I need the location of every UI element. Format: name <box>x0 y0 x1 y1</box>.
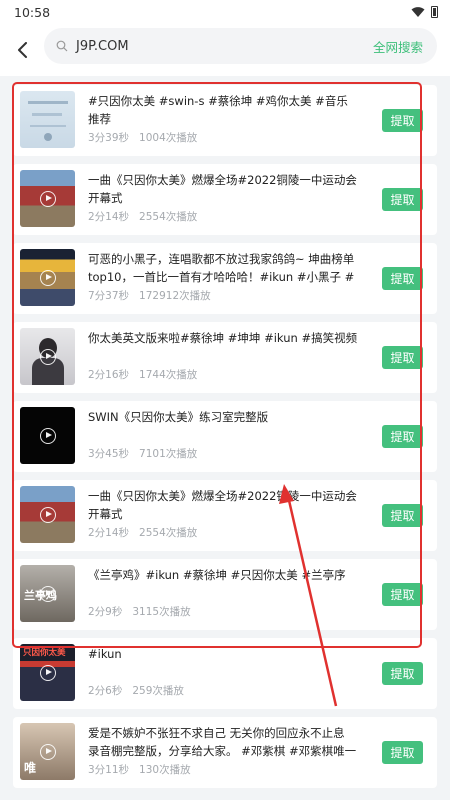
play-icon <box>39 427 56 444</box>
video-duration: 3分45秒 <box>88 448 130 460</box>
video-meta: 2分14秒 2554次播放 <box>88 525 197 540</box>
video-list-item[interactable]: SWIN《只因你太美》练习室完整版 3分45秒 7101次播放 提取 <box>13 401 437 472</box>
search-input[interactable]: J9P.COM <box>76 39 373 54</box>
video-title[interactable]: 《兰亭鸡》#ikun #蔡徐坤 #只因你太美 #兰亭序 <box>88 566 358 584</box>
global-search-button[interactable]: 全网搜索 <box>373 37 423 56</box>
video-thumbnail[interactable]: 兰亭鸡 <box>20 565 75 622</box>
video-title[interactable]: 爱是不嫉妒不张狂不求自己 无关你的回应永不止息 录音棚完整版，分享给大家。 #邓… <box>88 724 358 760</box>
play-icon <box>39 664 56 681</box>
video-title[interactable]: SWIN《只因你太美》练习室完整版 <box>88 408 358 426</box>
video-play-count: 3115次播放 <box>132 606 191 618</box>
video-meta: 2分9秒 3115次播放 <box>88 604 191 619</box>
video-meta: 3分45秒 7101次播放 <box>88 446 197 461</box>
video-list-item[interactable]: #只因你太美 #swin-s #蔡徐坤 #鸡你太美 #音乐推荐 3分39秒 1004… <box>13 85 437 156</box>
video-play-count: 1004次播放 <box>139 132 198 144</box>
video-meta: 2分6秒 259次播放 <box>88 683 184 698</box>
status-time: 10:58 <box>14 4 51 20</box>
video-play-count: 172912次播放 <box>139 290 211 302</box>
video-duration: 2分6秒 <box>88 685 123 697</box>
video-thumbnail[interactable]: 只因你太美 <box>20 644 75 701</box>
status-bar: 10:58 <box>0 0 450 24</box>
play-icon <box>39 743 56 760</box>
search-bar[interactable]: J9P.COM 全网搜索 <box>44 28 437 64</box>
video-title[interactable]: 一曲《只因你太美》燃爆全场#2022铜陵一中运动会开幕式 <box>88 487 358 523</box>
video-list-item[interactable]: 兰亭鸡 《兰亭鸡》#ikun #蔡徐坤 #只因你太美 #兰亭序 2分9秒 3115次播… <box>13 559 437 630</box>
status-icons <box>411 6 438 18</box>
video-play-count: 7101次播放 <box>139 448 198 460</box>
video-list-item[interactable]: 一曲《只因你太美》燃爆全场#2022铜陵一中运动会开幕式 2分14秒 2554次播放… <box>13 480 437 551</box>
wifi-icon <box>411 7 425 17</box>
thumbnail-text: 只因你太美 <box>23 648 66 658</box>
video-thumbnail[interactable] <box>20 249 75 306</box>
extract-button[interactable]: 提取 <box>382 741 423 764</box>
back-arrow-icon <box>18 42 27 58</box>
video-duration: 7分37秒 <box>88 290 130 302</box>
back-button[interactable] <box>3 30 43 70</box>
play-icon <box>39 269 56 286</box>
video-title[interactable]: #ikun <box>88 645 358 663</box>
video-meta: 2分16秒 1744次播放 <box>88 367 197 382</box>
extract-button[interactable]: 提取 <box>382 267 423 290</box>
video-thumbnail[interactable] <box>20 486 75 543</box>
extract-button[interactable]: 提取 <box>382 662 423 685</box>
search-icon <box>56 40 68 52</box>
video-play-count: 259次播放 <box>132 685 184 697</box>
video-list-item[interactable]: 只因你太美 #ikun 2分6秒 259次播放 提取 <box>13 638 437 709</box>
extract-button[interactable]: 提取 <box>382 583 423 606</box>
extract-button[interactable]: 提取 <box>382 188 423 211</box>
video-thumbnail[interactable] <box>20 407 75 464</box>
video-title[interactable]: 你太美英文版来啦#蔡徐坤 #坤坤 #ikun #搞笑视频 <box>88 329 358 347</box>
video-meta: 3分11秒 130次播放 <box>88 762 191 777</box>
video-thumbnail[interactable] <box>20 170 75 227</box>
play-icon <box>39 585 56 602</box>
video-duration: 2分9秒 <box>88 606 123 618</box>
thumbnail-text: 唯 <box>24 761 37 775</box>
video-thumbnail[interactable]: 唯 <box>20 723 75 780</box>
video-list-item[interactable]: 你太美英文版来啦#蔡徐坤 #坤坤 #ikun #搞笑视频 2分16秒 1744次播放… <box>13 322 437 393</box>
video-play-count: 1744次播放 <box>139 369 198 381</box>
video-list-item[interactable]: 可恶的小黑子，连唱歌都不放过我家鸽鸽~ 坤曲榜单top10，一首比一首有才哈哈哈… <box>13 243 437 314</box>
extract-button[interactable]: 提取 <box>382 109 423 132</box>
video-play-count: 130次播放 <box>139 764 191 776</box>
video-title[interactable]: 可恶的小黑子，连唱歌都不放过我家鸽鸽~ 坤曲榜单top10，一首比一首有才哈哈哈… <box>88 250 358 286</box>
video-list-item[interactable]: 唯 爱是不嫉妒不张狂不求自己 无关你的回应永不止息 录音棚完整版，分享给大家。 #… <box>13 717 437 788</box>
video-title[interactable]: #只因你太美 #swin-s #蔡徐坤 #鸡你太美 #音乐推荐 <box>88 92 358 128</box>
video-title[interactable]: 一曲《只因你太美》燃爆全场#2022铜陵一中运动会开幕式 <box>88 171 358 207</box>
video-meta: 2分14秒 2554次播放 <box>88 209 197 224</box>
extract-button[interactable]: 提取 <box>382 346 423 369</box>
play-icon <box>39 506 56 523</box>
extract-button[interactable]: 提取 <box>382 425 423 448</box>
video-meta: 7分37秒 172912次播放 <box>88 288 211 303</box>
video-duration: 2分14秒 <box>88 211 130 223</box>
battery-icon <box>431 6 438 18</box>
extract-button[interactable]: 提取 <box>382 504 423 527</box>
video-meta: 3分39秒 1004次播放 <box>88 130 197 145</box>
video-list-item[interactable]: 一曲《只因你太美》燃爆全场#2022铜陵一中运动会开幕式 2分14秒 2554次播放… <box>13 164 437 235</box>
video-duration: 3分39秒 <box>88 132 130 144</box>
play-icon <box>39 348 56 365</box>
video-duration: 2分14秒 <box>88 527 130 539</box>
search-header: J9P.COM 全网搜索 <box>0 24 450 76</box>
video-duration: 2分16秒 <box>88 369 130 381</box>
video-play-count: 2554次播放 <box>139 527 198 539</box>
video-thumbnail[interactable] <box>20 328 75 385</box>
video-duration: 3分11秒 <box>88 764 130 776</box>
video-thumbnail[interactable] <box>20 91 75 148</box>
video-play-count: 2554次播放 <box>139 211 198 223</box>
play-icon <box>39 190 56 207</box>
